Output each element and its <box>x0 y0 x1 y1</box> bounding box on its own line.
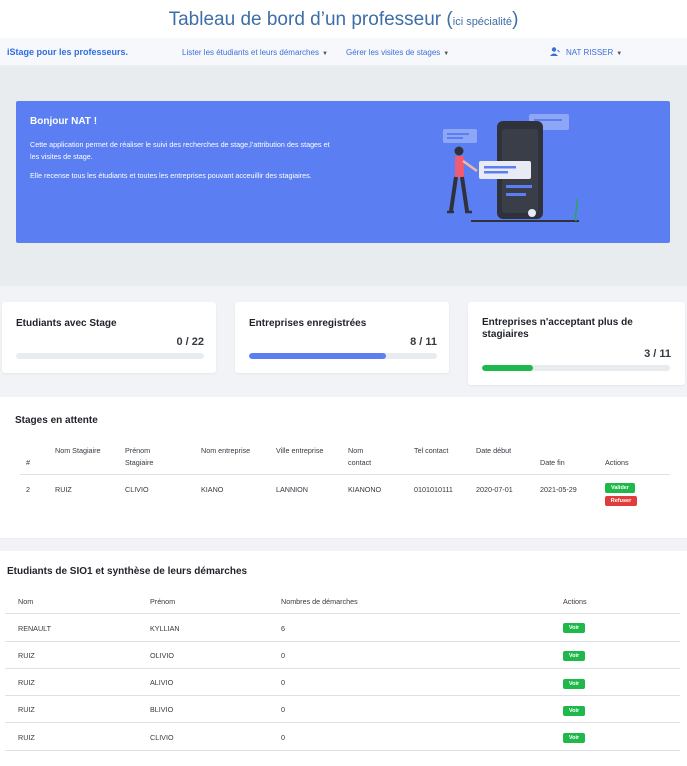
cell-entreprise: KIANO <box>201 485 224 494</box>
column-header: Date début <box>476 446 512 455</box>
stat-title: Entreprises n'acceptant plus de stagiair… <box>482 317 633 340</box>
validate-button[interactable]: Valider <box>605 483 635 493</box>
screenshot-caption: Tableau de bord d’un professeur (ici spé… <box>0 0 687 38</box>
pending-title: Stages en attente <box>15 415 98 426</box>
cell-prenom: OLIVIO <box>150 651 174 660</box>
column-header: Nombres de démarches <box>281 597 358 606</box>
cell-nom: RUIZ <box>18 733 35 742</box>
progress-bar <box>16 353 204 359</box>
row-divider <box>5 641 680 642</box>
nav-visits-label: Gérer les visites de stages <box>346 48 441 57</box>
row-divider <box>5 722 680 723</box>
table-divider <box>5 613 680 614</box>
user-name: NAT RISSER <box>566 48 614 57</box>
cell-prenom: CLIVIO <box>125 485 149 494</box>
stat-card-companies: Entreprises enregistrées 8 / 11 <box>235 302 449 373</box>
section-separator <box>0 539 687 551</box>
column-header: # <box>26 458 30 467</box>
stat-card-full-companies: Entreprises n'acceptant plus de stagiair… <box>468 302 685 385</box>
progress-fill <box>482 365 534 371</box>
column-header: Actions <box>563 597 587 606</box>
cell-count: 0 <box>281 651 285 660</box>
cell-nom: RUIZ <box>18 678 35 687</box>
table-divider <box>20 474 670 475</box>
stat-value: 8 / 11 <box>410 336 437 348</box>
column-header: Actions <box>605 458 629 467</box>
cell-ville: LANNION <box>276 485 308 494</box>
user-icon <box>550 47 560 56</box>
cell-nom: RUIZ <box>18 651 35 660</box>
nav-students-dropdown[interactable]: Lister les étudiants et leurs démarches ▼ <box>182 48 328 57</box>
progress-fill <box>249 353 386 359</box>
cell-contact: KIANONO <box>348 485 382 494</box>
students-title: Etudiants de SIO1 et synthèse de leurs d… <box>7 566 248 577</box>
view-button[interactable]: Voir <box>563 651 585 661</box>
cell-nom: RENAULT <box>18 624 52 633</box>
refuse-button[interactable]: Refuser <box>605 496 637 506</box>
view-button[interactable]: Voir <box>563 623 585 633</box>
column-header: Date fin <box>540 458 565 467</box>
column-header: Nom <box>18 597 34 606</box>
welcome-title: Bonjour NAT ! <box>30 116 98 127</box>
cell-id: 2 <box>26 485 30 494</box>
cell-date-debut: 2020-07-01 <box>476 485 513 494</box>
view-button[interactable]: Voir <box>563 733 585 743</box>
row-divider <box>5 750 680 751</box>
top-navbar: iStage pour les professeurs. Lister les … <box>0 38 687 66</box>
phone-illustration <box>443 114 579 222</box>
welcome-banner: Bonjour NAT ! Cette application permet d… <box>16 101 670 243</box>
caret-down-icon: ▼ <box>443 51 450 57</box>
welcome-paragraph-2: Elle recense tous les étudiants et toute… <box>30 171 312 180</box>
stat-card-students: Etudiants avec Stage 0 / 22 <box>2 302 216 373</box>
cell-nom: RUIZ <box>55 485 72 494</box>
column-header: Prénom <box>150 597 176 606</box>
view-button[interactable]: Voir <box>563 679 585 689</box>
stat-title: Etudiants avec Stage <box>16 318 117 329</box>
caret-down-icon: ▼ <box>616 51 623 57</box>
caption-main: Tableau de bord d’un professeur ( <box>168 9 453 30</box>
nav-visits-dropdown[interactable]: Gérer les visites de stages ▼ <box>346 48 449 57</box>
caption-small: ici spécialité <box>452 16 513 28</box>
column-header: Prénom Stagiaire <box>125 446 154 467</box>
cell-count: 0 <box>281 733 285 742</box>
view-button[interactable]: Voir <box>563 706 585 716</box>
cell-prenom: KYLLIAN <box>150 624 180 633</box>
cell-count: 6 <box>281 624 285 633</box>
pending-internships-panel: Stages en attente # Nom Stagiaire Prénom… <box>0 397 687 539</box>
user-menu-dropdown[interactable]: NAT RISSER ▼ <box>550 47 622 57</box>
column-header: Tel contact <box>414 446 449 455</box>
cell-prenom: BLIVIO <box>150 705 174 714</box>
caret-down-icon: ▼ <box>321 51 328 57</box>
cell-prenom: ALIVIO <box>150 678 174 687</box>
cell-prenom: CLIVIO <box>150 733 174 742</box>
cell-tel: 0101010111 <box>414 485 453 494</box>
row-divider <box>5 695 680 696</box>
progress-bar <box>482 365 670 371</box>
column-header: Nom entreprise <box>201 446 251 455</box>
stat-value: 0 / 22 <box>176 336 204 348</box>
cell-count: 0 <box>281 678 285 687</box>
stat-title: Entreprises enregistrées <box>249 318 367 329</box>
column-header: Nom contact <box>348 446 372 467</box>
progress-bar <box>249 353 437 359</box>
cell-nom: RUIZ <box>18 705 35 714</box>
caption-close: ) <box>512 9 519 30</box>
row-divider <box>5 668 680 669</box>
brand-link[interactable]: iStage pour les professeurs. <box>7 47 128 57</box>
column-header: Ville entreprise <box>276 446 324 455</box>
cell-count: 0 <box>281 705 285 714</box>
welcome-paragraph-1: Cette application permet de réaliser le … <box>30 140 330 161</box>
cell-date-fin: 2021-05-29 <box>540 485 577 494</box>
nav-students-label: Lister les étudiants et leurs démarches <box>182 48 319 57</box>
stat-value: 3 / 11 <box>644 348 671 360</box>
column-header: Nom Stagiaire <box>55 446 101 455</box>
